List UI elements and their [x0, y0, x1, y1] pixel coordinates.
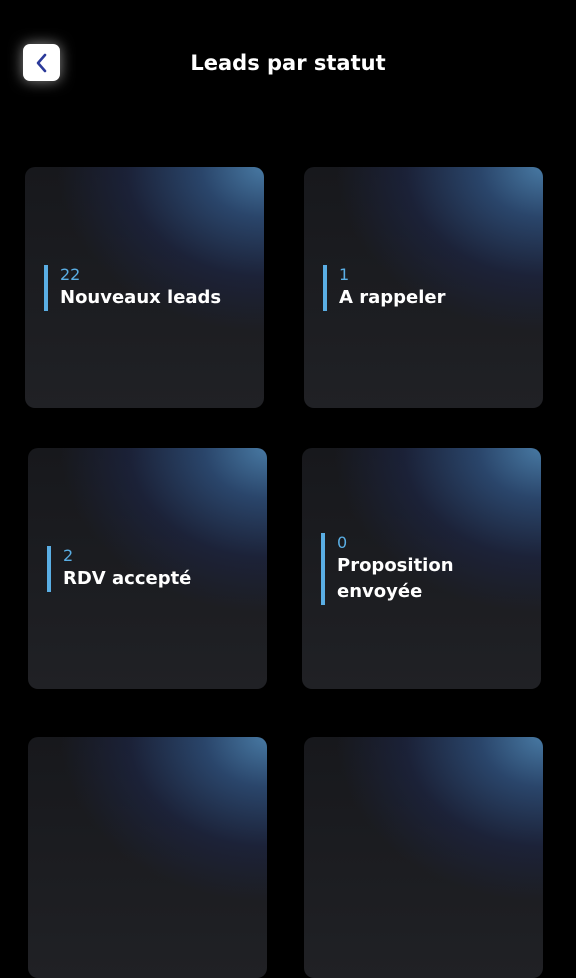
status-card-partial[interactable] [28, 737, 267, 978]
card-content: 22 Nouveaux leads [44, 264, 222, 311]
card-content: 1 A rappeler [323, 264, 446, 311]
lead-count: 0 [337, 532, 348, 552]
status-label: Nouveaux leads [60, 286, 222, 308]
status-label: RDV accepté [63, 567, 192, 589]
status-card-nouveaux-leads[interactable]: 22 Nouveaux leads [25, 167, 264, 408]
status-card-a-rappeler[interactable]: 1 A rappeler [304, 167, 543, 408]
lead-count: 1 [339, 264, 350, 284]
status-card-proposition-envoyee[interactable]: 0 Proposition envoyée [302, 448, 541, 689]
card-content: 2 RDV accepté [47, 545, 192, 592]
status-card-partial[interactable] [304, 737, 543, 978]
status-label-line-1: Proposition [337, 554, 454, 576]
header-bar: Leads par statut [0, 0, 576, 128]
status-label: A rappeler [339, 286, 446, 308]
card-content: 0 Proposition envoyée [321, 532, 454, 605]
status-label-line-2: envoyée [337, 580, 423, 602]
lead-count: 22 [60, 264, 81, 284]
page-title: Leads par statut [190, 51, 386, 75]
lead-count: 2 [63, 545, 74, 565]
status-card-rdv-accepte[interactable]: 2 RDV accepté [28, 448, 267, 689]
